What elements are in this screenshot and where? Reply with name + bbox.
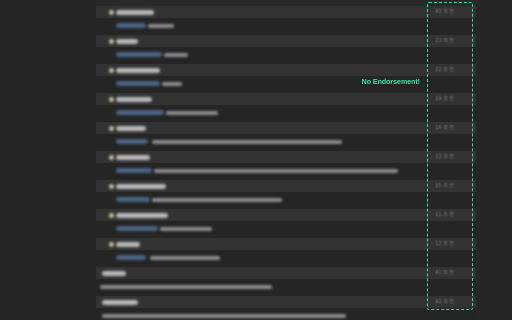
feed-row-body xyxy=(96,250,476,267)
user-name-redacted xyxy=(116,213,168,218)
user-name-redacted xyxy=(116,242,140,247)
user-name-redacted xyxy=(116,97,152,102)
feed-row[interactable]: 43 초 전 xyxy=(96,296,476,320)
user-name-redacted xyxy=(102,271,126,276)
text-redacted xyxy=(148,24,174,28)
avatar xyxy=(109,155,114,160)
feed-row-body xyxy=(96,192,476,209)
feed-row-body xyxy=(96,47,476,64)
feed-row-header: 41 초 전 xyxy=(96,267,476,279)
feed-row-body xyxy=(96,221,476,238)
user-name-redacted xyxy=(102,300,138,305)
avatar xyxy=(109,184,114,189)
avatar xyxy=(109,126,114,131)
link-redacted[interactable] xyxy=(116,226,158,231)
avatar xyxy=(109,97,114,102)
feed-row[interactable]: 19 초 전 xyxy=(96,93,476,122)
feed-row-header: 23 초 전 xyxy=(96,35,476,47)
feed-row-body xyxy=(96,105,476,122)
avatar xyxy=(109,242,114,247)
text-redacted xyxy=(102,314,346,318)
no-endorsement-label: No Endorsement! xyxy=(361,79,420,86)
right-gutter xyxy=(476,0,512,320)
feed-row-body xyxy=(96,18,476,35)
feed-row-header: 15 초 전 xyxy=(96,180,476,192)
left-gutter xyxy=(0,0,96,320)
feed-row[interactable]: 43 초 전 xyxy=(96,6,476,35)
feed-row[interactable]: 11 초 전 xyxy=(96,209,476,238)
text-redacted xyxy=(164,53,188,57)
timestamp-column-highlight xyxy=(427,2,473,310)
activity-feed: 43 초 전 23 초 전 22 초 전 19 초 전 16 초 전 13 초 … xyxy=(96,0,476,320)
feed-row-header: 11 초 전 xyxy=(96,209,476,221)
link-redacted[interactable] xyxy=(116,110,164,115)
link-redacted[interactable] xyxy=(116,81,160,86)
screen: 43 초 전 23 초 전 22 초 전 19 초 전 16 초 전 13 초 … xyxy=(0,0,512,320)
user-name-redacted xyxy=(116,10,154,15)
feed-row-header: 12 초 전 xyxy=(96,238,476,250)
user-name-redacted xyxy=(116,155,150,160)
feed-row-body xyxy=(96,134,476,151)
feed-row-header: 16 초 전 xyxy=(96,122,476,134)
text-redacted xyxy=(166,111,218,115)
feed-row[interactable]: 41 초 전 xyxy=(96,267,476,296)
text-redacted xyxy=(150,256,220,260)
text-redacted xyxy=(152,198,282,202)
text-redacted xyxy=(152,140,342,144)
user-name-redacted xyxy=(116,126,146,131)
link-redacted[interactable] xyxy=(116,52,162,57)
feed-row-header: 43 초 전 xyxy=(96,6,476,18)
avatar xyxy=(109,213,114,218)
user-name-redacted xyxy=(116,68,160,73)
feed-row-body xyxy=(96,163,476,180)
feed-row-body xyxy=(96,279,476,296)
feed-row-header: 43 초 전 xyxy=(96,296,476,308)
text-redacted xyxy=(162,82,182,86)
feed-row[interactable]: 16 초 전 xyxy=(96,122,476,151)
text-redacted xyxy=(160,227,212,231)
avatar xyxy=(109,68,114,73)
link-redacted[interactable] xyxy=(116,197,150,202)
avatar xyxy=(109,39,114,44)
link-redacted[interactable] xyxy=(116,23,146,28)
text-redacted xyxy=(154,169,398,173)
text-redacted xyxy=(100,285,272,289)
feed-row[interactable]: 13 초 전 xyxy=(96,151,476,180)
feed-row-header: 13 초 전 xyxy=(96,151,476,163)
feed-row-header: 22 초 전 xyxy=(96,64,476,76)
user-name-redacted xyxy=(116,184,166,189)
link-redacted[interactable] xyxy=(116,168,152,173)
feed-row-body xyxy=(96,308,476,320)
feed-row[interactable]: 15 초 전 xyxy=(96,180,476,209)
user-name-redacted xyxy=(116,39,138,44)
feed-row[interactable]: 23 초 전 xyxy=(96,35,476,64)
avatar xyxy=(109,10,114,15)
feed-row[interactable]: 12 초 전 xyxy=(96,238,476,267)
link-redacted[interactable] xyxy=(116,255,146,260)
link-redacted[interactable] xyxy=(116,139,148,144)
feed-row-header: 19 초 전 xyxy=(96,93,476,105)
